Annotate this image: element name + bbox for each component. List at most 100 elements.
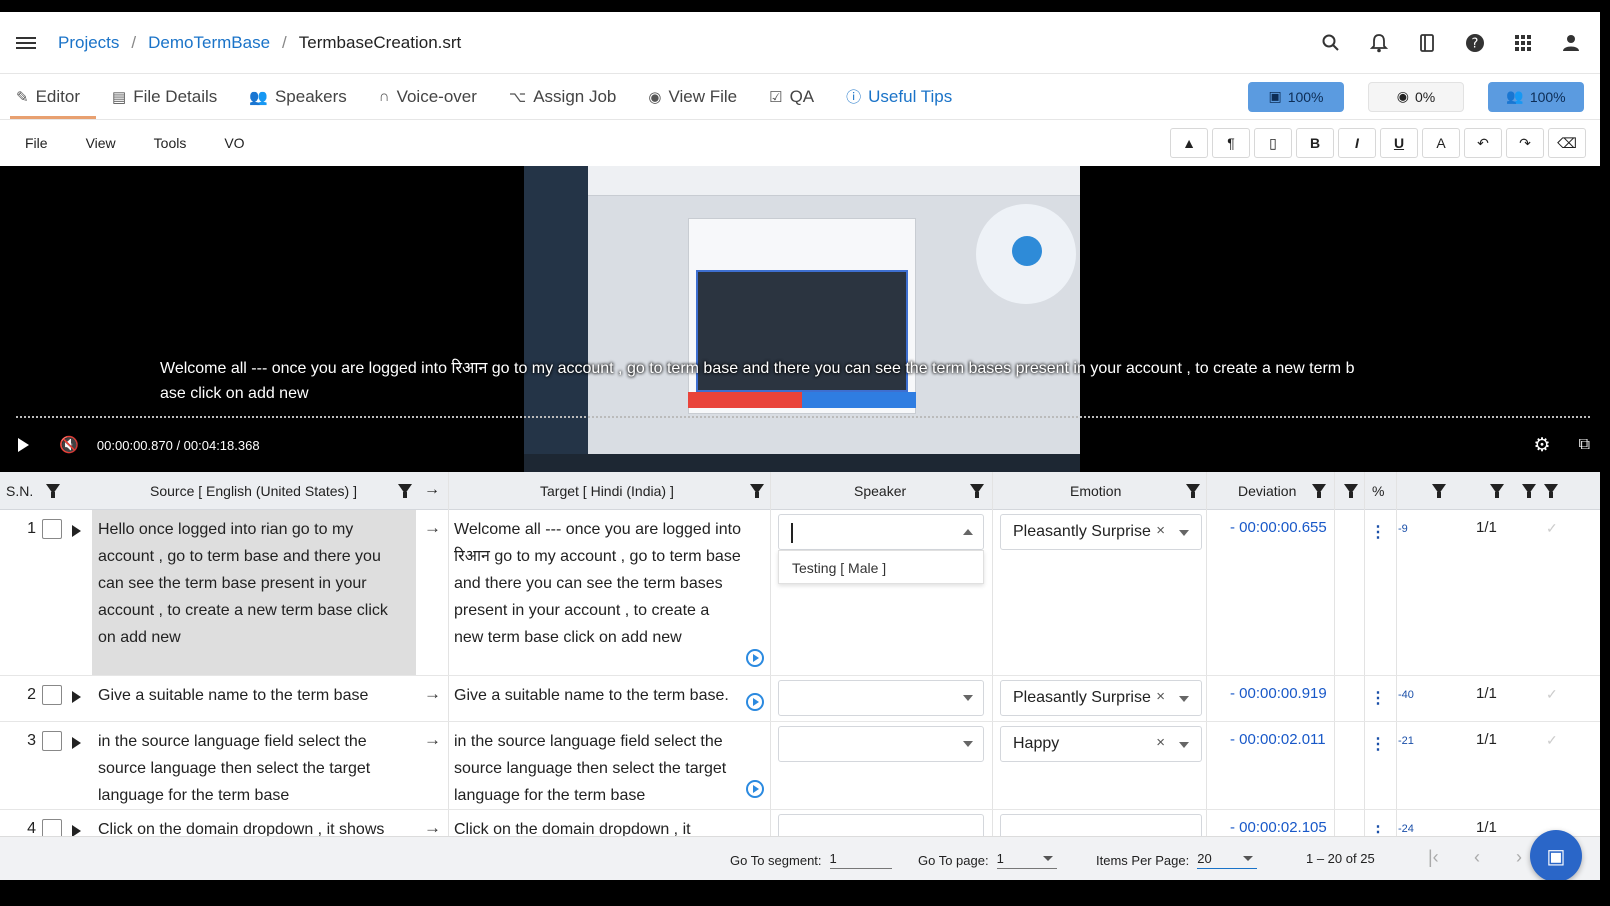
tab-qa[interactable]: ☑ QA <box>753 74 830 119</box>
target-text[interactable]: Welcome all --- once you are logged into… <box>448 510 748 657</box>
speaker-select[interactable] <box>778 814 984 836</box>
check-icon[interactable]: ✓ <box>1546 520 1558 537</box>
filter-icon[interactable] <box>1432 484 1446 498</box>
source-text[interactable]: Hello once logged into rian go to my acc… <box>92 510 416 675</box>
undo-button[interactable]: ↶ <box>1464 128 1502 158</box>
speaker-select[interactable] <box>778 726 984 762</box>
table-row[interactable]: 4 Click on the domain dropdown , it show… <box>0 810 1600 836</box>
speaker-select[interactable] <box>778 680 984 716</box>
play-segment-icon[interactable] <box>72 525 81 537</box>
filter-icon[interactable] <box>1344 484 1358 498</box>
copy-arrow-icon[interactable]: → <box>424 818 441 836</box>
source-text[interactable]: Click on the domain dropdown , it shows <box>92 810 416 836</box>
font-color-button[interactable]: A <box>1422 128 1460 158</box>
filter-icon[interactable] <box>1490 484 1504 498</box>
translation-progress-pill[interactable]: ▣ 100% <box>1248 81 1344 112</box>
emotion-select[interactable]: Happy × <box>1000 726 1202 762</box>
highlight-icon[interactable]: ▲ <box>1170 128 1208 158</box>
apps-grid-icon[interactable] <box>1512 32 1534 54</box>
first-page-icon[interactable]: |‹ <box>1428 847 1439 868</box>
play-segment-icon[interactable] <box>72 825 81 836</box>
target-text[interactable]: Give a suitable name to the term base. <box>448 676 748 715</box>
menu-icon[interactable] <box>16 36 36 49</box>
menu-file[interactable]: File <box>25 135 48 151</box>
eraser-icon[interactable]: ⌫ <box>1548 128 1586 158</box>
video-player[interactable]: Welcome all --- once you are logged into… <box>0 166 1600 472</box>
table-row[interactable]: 3 in the source language field select th… <box>0 722 1600 810</box>
menu-tools[interactable]: Tools <box>154 135 187 151</box>
filter-icon[interactable] <box>1186 484 1200 498</box>
gear-icon[interactable]: ⚙ <box>1534 434 1551 457</box>
menu-view[interactable]: View <box>86 135 116 151</box>
box-icon[interactable]: ▯ <box>1254 128 1292 158</box>
copy-arrow-icon[interactable]: → <box>424 518 441 538</box>
play-segment-icon[interactable] <box>72 737 81 749</box>
tab-editor[interactable]: ✎ Editor <box>0 74 96 119</box>
source-text[interactable]: in the source language field select the … <box>92 722 416 809</box>
underline-button[interactable]: U <box>1380 128 1418 158</box>
source-text[interactable]: Give a suitable name to the term base <box>92 676 416 721</box>
account-icon[interactable] <box>1560 32 1582 54</box>
more-vertical-icon[interactable]: ⋮ <box>1370 822 1386 836</box>
clear-icon[interactable]: × <box>1156 688 1165 705</box>
italic-button[interactable]: I <box>1338 128 1376 158</box>
goto-page-select[interactable]: 1 <box>996 851 1057 869</box>
clear-icon[interactable]: × <box>1156 522 1165 539</box>
tab-useful-tips[interactable]: ⓘ Useful Tips <box>830 74 968 119</box>
row-checkbox[interactable] <box>42 685 62 705</box>
redo-button[interactable]: ↷ <box>1506 128 1544 158</box>
target-text[interactable]: in the source language field select the … <box>448 722 748 815</box>
menu-vo[interactable]: VO <box>224 135 244 151</box>
help-icon[interactable]: ? <box>1464 32 1486 54</box>
emotion-select[interactable]: Pleasantly Surprise × <box>1000 514 1202 550</box>
tab-view-file[interactable]: ◉ View File <box>632 74 753 119</box>
review-progress-pill[interactable]: ◉ 0% <box>1368 81 1464 112</box>
speaker-option[interactable]: Testing [ Male ] <box>778 550 984 584</box>
check-icon[interactable]: ✓ <box>1546 732 1558 749</box>
emotion-select[interactable] <box>1000 814 1202 836</box>
filter-icon[interactable] <box>398 484 412 498</box>
tab-voice-over[interactable]: ∩ Voice-over <box>363 74 493 119</box>
filter-icon[interactable] <box>750 484 764 498</box>
row-checkbox[interactable] <box>42 519 62 539</box>
filter-icon[interactable] <box>1522 484 1536 498</box>
filter-icon[interactable] <box>46 484 60 498</box>
emotion-select[interactable]: Pleasantly Surprise × <box>1000 680 1202 716</box>
more-vertical-icon[interactable]: ⋮ <box>1370 688 1386 708</box>
bold-button[interactable]: B <box>1296 128 1334 158</box>
search-icon[interactable] <box>1320 32 1342 54</box>
table-row[interactable]: 1 Hello once logged into rian go to my a… <box>0 510 1600 676</box>
speakers-progress-pill[interactable]: 👥 100% <box>1488 81 1584 112</box>
expand-icon[interactable]: ⧉ <box>1579 436 1590 454</box>
video-progress-bar[interactable] <box>16 416 1590 418</box>
tab-assign-job[interactable]: ⌥ Assign Job <box>493 74 632 119</box>
clear-icon[interactable]: × <box>1156 734 1165 751</box>
breadcrumb-project-link[interactable]: DemoTermBase <box>148 33 270 53</box>
check-icon[interactable]: ✓ <box>1546 686 1558 703</box>
play-icon[interactable] <box>18 438 29 452</box>
tab-file-details[interactable]: ▤ File Details <box>96 74 233 119</box>
filter-icon[interactable] <box>1544 484 1558 498</box>
prev-page-icon[interactable]: ‹ <box>1474 847 1480 868</box>
next-page-icon[interactable]: › <box>1516 847 1522 868</box>
tab-speakers[interactable]: 👥 Speakers <box>233 74 363 119</box>
filter-icon[interactable] <box>970 484 984 498</box>
items-per-page-select[interactable]: 20 <box>1197 851 1258 869</box>
paragraph-button[interactable]: ¶ <box>1212 128 1250 158</box>
copy-arrow-icon[interactable]: → <box>424 684 441 704</box>
play-segment-icon[interactable] <box>72 691 81 703</box>
more-vertical-icon[interactable]: ⋮ <box>1370 522 1386 542</box>
play-circle-icon[interactable] <box>746 693 764 711</box>
chat-icon[interactable]: ▣ <box>1530 830 1582 880</box>
row-checkbox[interactable] <box>42 819 62 836</box>
filter-icon[interactable] <box>1312 484 1326 498</box>
target-text[interactable]: Click on the domain dropdown , it <box>448 810 748 836</box>
table-row[interactable]: 2 Give a suitable name to the term base … <box>0 676 1600 722</box>
row-checkbox[interactable] <box>42 731 62 751</box>
bell-icon[interactable] <box>1368 32 1390 54</box>
bookmark-icon[interactable] <box>1416 32 1438 54</box>
breadcrumb-projects-link[interactable]: Projects <box>58 33 119 53</box>
play-circle-icon[interactable] <box>746 649 764 667</box>
copy-arrow-icon[interactable]: → <box>424 730 441 750</box>
more-vertical-icon[interactable]: ⋮ <box>1370 734 1386 754</box>
